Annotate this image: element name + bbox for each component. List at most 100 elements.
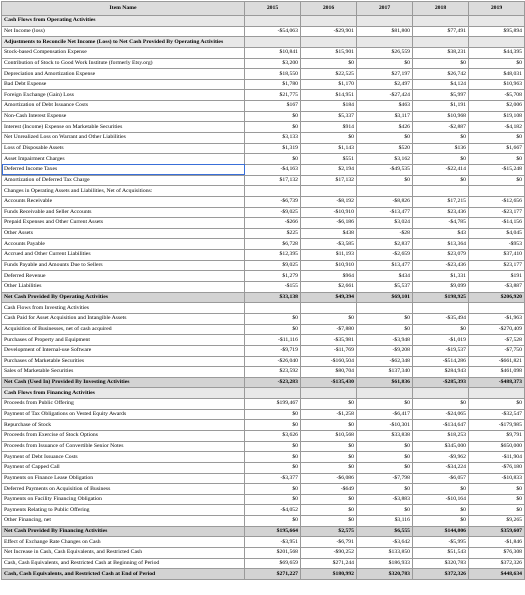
table-row[interactable]: Loss of Disposable Assets $1,319 $1,143 $52…: [1, 142, 525, 155]
cell-2015[interactable]: [244, 387, 301, 400]
cell-2016[interactable]: $17,132: [300, 174, 357, 187]
cell-2018[interactable]: $38,231: [412, 46, 469, 59]
cell-2015[interactable]: $0: [244, 483, 301, 495]
cell-2018[interactable]: $284,943: [412, 366, 469, 378]
cell-2018[interactable]: -$9,962: [412, 451, 469, 463]
row-label[interactable]: Adjustments to Reconcile Net Income (Los…: [1, 36, 245, 48]
cell-2018[interactable]: $0: [412, 323, 469, 336]
table-row[interactable]: Prepaid Expenses and Other Current Asset…: [1, 217, 525, 229]
row-label[interactable]: Net Income (loss): [1, 25, 245, 38]
cell-2018[interactable]: $0: [412, 174, 469, 187]
row-label[interactable]: Amortization of Debt Issuance Costs: [1, 100, 245, 112]
row-label[interactable]: Net Cash Provided By Financing Activitie…: [1, 525, 245, 538]
cell-2015[interactable]: $33,138: [244, 291, 301, 304]
cell-2018[interactable]: [412, 302, 469, 314]
table-row[interactable]: Payment of Debt Issuance Costs $0 $0 $0 -$9,…: [1, 451, 525, 463]
cell-2018[interactable]: $43: [412, 227, 469, 240]
cell-2019[interactable]: -$953: [468, 238, 525, 251]
cell-2015[interactable]: $1,279: [244, 270, 301, 282]
cell-2018[interactable]: [412, 15, 469, 27]
table-row[interactable]: Cash Flows from Investing Activities: [1, 302, 525, 314]
cell-2018[interactable]: -$22,414: [412, 163, 469, 176]
cell-2016[interactable]: $49,394: [300, 291, 357, 304]
table-row[interactable]: Proceeds from Exercise of Stock Options $…: [1, 430, 525, 442]
cell-2016[interactable]: $5,337: [300, 110, 357, 123]
table-row[interactable]: Repurchase of Stock $0 $0 -$10,301 -$134,647…: [1, 419, 525, 431]
row-label[interactable]: Deferred Income Taxes: [1, 163, 245, 176]
cell-2019[interactable]: -$5,708: [468, 89, 525, 102]
cell-2015[interactable]: $195,664: [244, 525, 301, 538]
row-label[interactable]: Proceeds from Issuance of Convertible Se…: [1, 440, 245, 453]
cell-2018[interactable]: $1,191: [412, 100, 469, 112]
row-label[interactable]: Net Cash Provided By Operating Activitie…: [1, 291, 245, 304]
cell-2016[interactable]: $184: [300, 100, 357, 112]
cell-2018[interactable]: $0: [412, 153, 469, 165]
cell-2017[interactable]: $27,197: [356, 68, 413, 80]
cell-2019[interactable]: [468, 185, 525, 197]
table-row[interactable]: Accounts Receivable -$6,739 -$8,192 -$8,826…: [1, 195, 525, 208]
cell-2015[interactable]: -$9,719: [244, 344, 301, 357]
cell-2015[interactable]: $1,319: [244, 142, 301, 155]
cell-2019[interactable]: -$15,248: [468, 163, 525, 176]
cell-2016[interactable]: $0: [300, 440, 357, 453]
cell-2016[interactable]: $1,170: [300, 78, 357, 91]
cell-2017[interactable]: -$2,659: [356, 249, 413, 261]
cell-2015[interactable]: -$3,377: [244, 472, 301, 485]
cell-2019[interactable]: -$1,963: [468, 312, 525, 325]
table-row[interactable]: Amortization of Debt Issuance Costs $167 $…: [1, 100, 525, 112]
cell-2016[interactable]: -$11,769: [300, 344, 357, 357]
cell-2019[interactable]: -$14,156: [468, 217, 525, 229]
table-row[interactable]: Effect of Exchange Rate Changes on Cash -…: [1, 536, 525, 549]
cell-2018[interactable]: -$34,224: [412, 461, 469, 474]
cell-2015[interactable]: -$4,052: [244, 504, 301, 517]
table-row[interactable]: Proceeds from Public Offering $199,467 $0 $…: [1, 398, 525, 410]
header-2017[interactable]: 2017: [356, 1, 413, 16]
cell-2015[interactable]: $0: [244, 440, 301, 453]
cell-2019[interactable]: [468, 302, 525, 314]
table-row[interactable]: Other Financing, net $0 $0 $3,116 $0 $9,265: [1, 515, 525, 527]
table-row[interactable]: Other Assets $225 $438 -$28 $43 $4,045: [1, 227, 525, 240]
cell-2017[interactable]: $6,555: [356, 525, 413, 538]
cell-2019[interactable]: -$4,182: [468, 121, 525, 134]
cell-2015[interactable]: -$266: [244, 217, 301, 229]
cell-2018[interactable]: $26,742: [412, 68, 469, 80]
table-row[interactable]: Interest (Income) Expense on Marketable …: [1, 121, 525, 134]
table-row[interactable]: Development of Internal-use Software -$9,…: [1, 344, 525, 357]
cell-2019[interactable]: $461,098: [468, 366, 525, 378]
cell-2016[interactable]: -$8,192: [300, 195, 357, 208]
cell-2016[interactable]: $0: [300, 398, 357, 410]
cell-2016[interactable]: -$6,086: [300, 472, 357, 485]
table-row[interactable]: Cash, Cash Equivalents, and Restricted C…: [1, 568, 525, 580]
cell-2015[interactable]: $0: [244, 451, 301, 463]
cell-2018[interactable]: -$24,065: [412, 408, 469, 421]
cell-2018[interactable]: $5,997: [412, 89, 469, 102]
row-label[interactable]: Cash, Cash Equivalents, and Restricted C…: [1, 568, 245, 580]
table-row[interactable]: Changes in Operating Assets and Liabilit…: [1, 185, 525, 197]
cell-2018[interactable]: $0: [412, 57, 469, 70]
row-label[interactable]: Funds Payable and Amounts Due to Sellers: [1, 259, 245, 272]
cell-2018[interactable]: $23,436: [412, 206, 469, 219]
cell-2018[interactable]: $10,968: [412, 110, 469, 123]
cell-2016[interactable]: -$35,981: [300, 334, 357, 346]
cell-2017[interactable]: -$6,417: [356, 408, 413, 421]
cell-2019[interactable]: $0: [468, 153, 525, 165]
cell-2015[interactable]: $0: [244, 312, 301, 325]
cell-2018[interactable]: $23,079: [412, 249, 469, 261]
cell-2018[interactable]: $51,543: [412, 547, 469, 559]
cell-2019[interactable]: $191: [468, 270, 525, 282]
cell-2015[interactable]: $225: [244, 227, 301, 240]
row-label[interactable]: Net Unrealized Loss on Warrant and Other…: [1, 132, 245, 144]
row-label[interactable]: Accounts Payable: [1, 238, 245, 251]
cell-2017[interactable]: $0: [356, 483, 413, 495]
cell-2017[interactable]: $26,559: [356, 46, 413, 59]
row-label[interactable]: Amortization of Deferred Tax Charge: [1, 174, 245, 187]
cell-2019[interactable]: [468, 387, 525, 400]
cell-2016[interactable]: $2,575: [300, 525, 357, 538]
cell-2016[interactable]: $10,910: [300, 259, 357, 272]
header-item-name[interactable]: Item Name: [1, 1, 245, 16]
cell-2015[interactable]: -$6,739: [244, 195, 301, 208]
cell-2017[interactable]: $137,340: [356, 366, 413, 378]
cell-2017[interactable]: $13,477: [356, 259, 413, 272]
cell-2018[interactable]: $144,006: [412, 525, 469, 538]
cell-2015[interactable]: $199,467: [244, 398, 301, 410]
